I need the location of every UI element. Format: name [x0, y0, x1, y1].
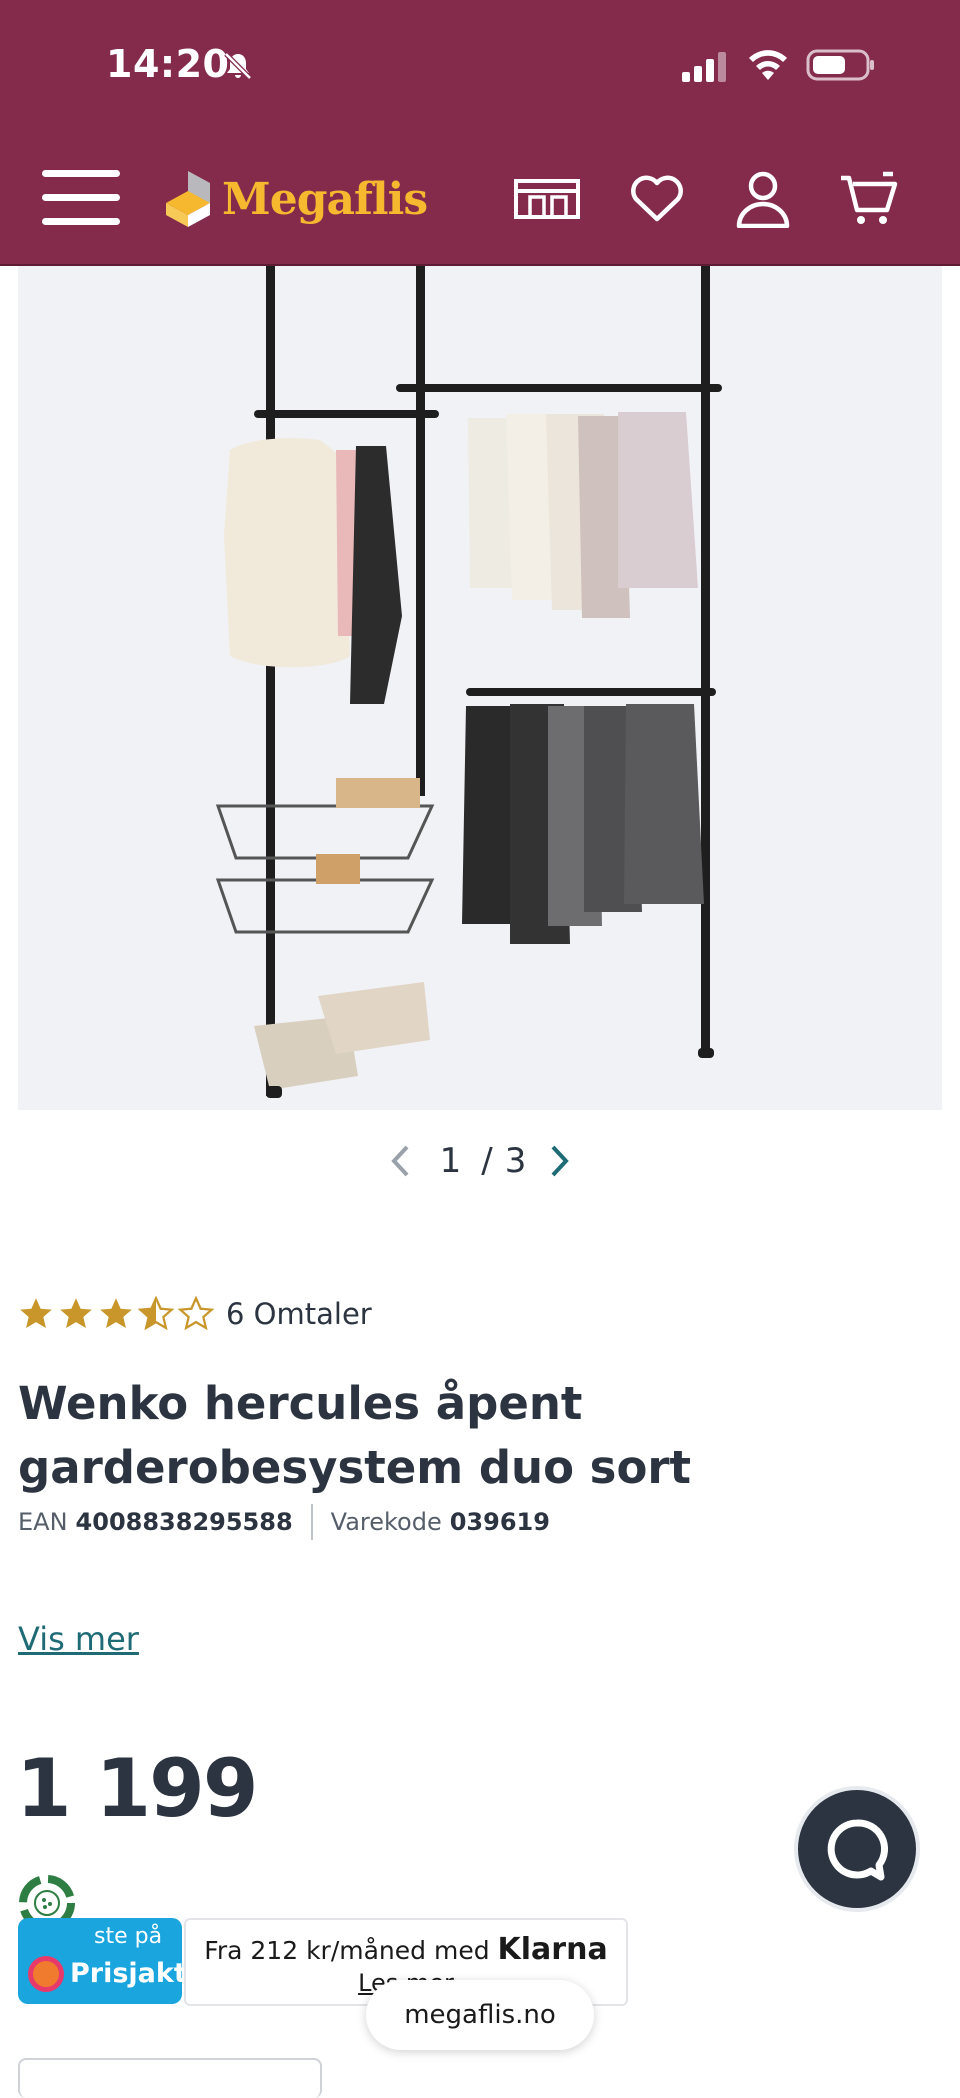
- star-empty-icon: [178, 1296, 214, 1331]
- code-value: 039619: [449, 1508, 550, 1536]
- chat-button[interactable]: [794, 1786, 920, 1912]
- chat-icon: [827, 1819, 889, 1881]
- signal-icon: [682, 52, 726, 82]
- pager-separator: /: [481, 1141, 493, 1181]
- star-full-icon: [20, 1298, 52, 1328]
- code-label: Varekode: [330, 1508, 442, 1536]
- prisjakt-badge[interactable]: ste på Prisjakt: [18, 1918, 187, 2004]
- wardrobe-image: [215, 266, 722, 1098]
- reviews-count[interactable]: 6 Omtaler: [226, 1297, 372, 1331]
- star-full-icon: [60, 1298, 92, 1328]
- product-image[interactable]: [18, 266, 942, 1110]
- pager-current: 1: [439, 1141, 462, 1181]
- ean-value: 4008838295588: [75, 1508, 293, 1536]
- prev-image-button[interactable]: [380, 1141, 420, 1181]
- klarna-brand: Klarna: [497, 1932, 608, 1967]
- menu-icon[interactable]: [42, 170, 120, 226]
- megaflis-logo-icon: [166, 171, 210, 227]
- next-image-button[interactable]: [540, 1141, 580, 1181]
- quantity-selector[interactable]: [18, 2058, 322, 2098]
- rating[interactable]: 6 Omtaler: [18, 1296, 372, 1332]
- store-icon[interactable]: [512, 166, 582, 232]
- klarna-text: Fra 212 kr/måned med: [204, 1936, 490, 1965]
- site-header: Megaflis: [0, 130, 960, 266]
- star-full-icon: [100, 1298, 132, 1328]
- image-pager: 1 / 3: [0, 1136, 960, 1186]
- show-more-link[interactable]: Vis mer: [18, 1620, 139, 1658]
- cart-icon[interactable]: [834, 166, 904, 232]
- user-icon[interactable]: [728, 166, 798, 232]
- prisjakt-logo-icon: [28, 1956, 64, 1992]
- prisjakt-top-text: ste på: [94, 1924, 163, 1949]
- bell-muted-icon: [224, 52, 252, 80]
- wifi-icon: [749, 50, 787, 80]
- browser-url-bar[interactable]: megaflis.no: [366, 1980, 594, 2050]
- battery-icon: [806, 49, 874, 81]
- status-time: 14:20: [106, 42, 230, 86]
- url-text: megaflis.no: [404, 2000, 556, 2030]
- product-title: Wenko hercules åpent garderobesystem duo…: [18, 1377, 692, 1494]
- status-bar: 14:20: [0, 0, 960, 130]
- star-half-icon: [138, 1296, 174, 1331]
- product-price: 1 199: [16, 1742, 259, 1835]
- logo-text: Megaflis: [222, 173, 428, 225]
- heart-icon[interactable]: [622, 166, 692, 232]
- site-logo[interactable]: Megaflis: [160, 164, 428, 234]
- ean-label: EAN: [18, 1508, 68, 1536]
- pager-total: 3: [504, 1141, 527, 1181]
- codes-divider: [310, 1504, 313, 1540]
- prisjakt-brand: Prisjakt: [70, 1958, 187, 1989]
- product-codes: EAN 4008838295588 Varekode 039619: [18, 1504, 550, 1540]
